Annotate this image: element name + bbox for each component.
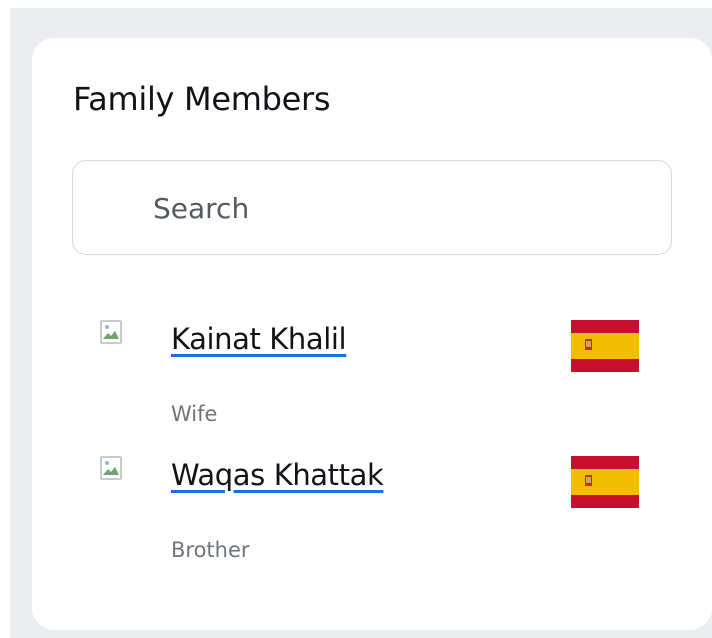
family-members-card: Family Members Kainat Khalil Wife <box>32 38 712 630</box>
broken-image-icon <box>100 320 122 344</box>
member-name-link[interactable]: Kainat Khalil <box>171 322 347 356</box>
card-title: Family Members <box>73 80 331 118</box>
member-relation: Brother <box>171 538 250 562</box>
spain-flag-icon <box>571 320 639 372</box>
broken-image-icon <box>100 456 122 480</box>
members-list: Kainat Khalil Wife Waqas Khattak Brother <box>72 318 672 590</box>
list-item: Waqas Khattak Brother <box>72 454 640 590</box>
list-item: Kainat Khalil Wife <box>72 318 640 454</box>
member-name-link[interactable]: Waqas Khattak <box>171 458 384 492</box>
search-input[interactable] <box>151 161 655 256</box>
spain-flag-icon <box>571 456 639 508</box>
member-relation: Wife <box>171 402 218 426</box>
search-box[interactable] <box>72 160 672 256</box>
